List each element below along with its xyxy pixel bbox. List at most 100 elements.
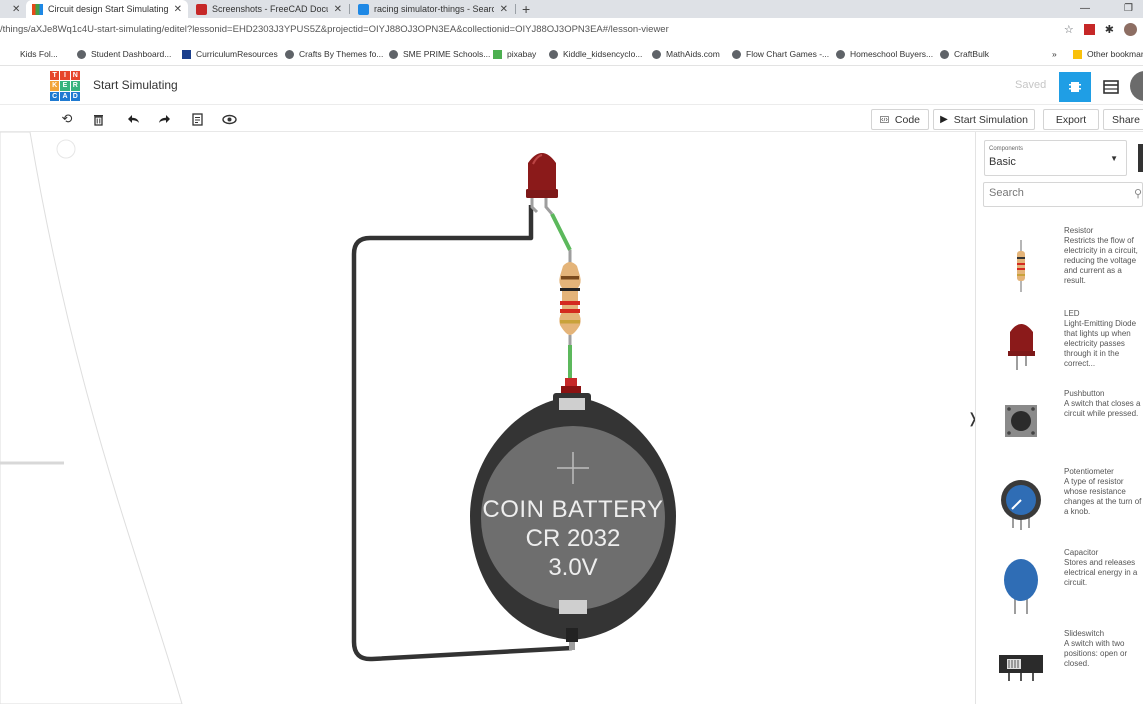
globe-icon [652, 49, 661, 59]
components-dropdown-label: Components [989, 146, 1024, 152]
bookmark-item[interactable]: CraftBulk [940, 49, 989, 59]
component-resistor[interactable]: Resistor Restricts the flow of electrici… [976, 226, 1143, 304]
component-pushbutton[interactable]: Pushbutton A switch that closes a circui… [976, 389, 1143, 467]
eye-visibility-icon[interactable] [220, 110, 238, 128]
export-button[interactable]: Export [1043, 109, 1099, 130]
start-simulation-button[interactable]: ▶ Start Simulation [933, 109, 1035, 130]
trash-icon[interactable] [89, 110, 107, 128]
bookmark-label: Other bookmarks [1087, 49, 1143, 59]
component-search-input[interactable]: Search ⚲ [983, 182, 1143, 207]
component-list-button[interactable] [1095, 72, 1127, 102]
bookmark-label: Kids Fol... [20, 49, 58, 59]
export-label: Export [1055, 113, 1087, 126]
code-label: Code [894, 113, 920, 126]
tab-tinkercad[interactable]: Circuit design Start Simulating | T ✕ [26, 0, 188, 18]
bookmark-label: Homeschool Buyers... [850, 49, 934, 59]
tab-previous[interactable]: ✕ [0, 0, 22, 18]
table-icon [1103, 80, 1119, 94]
redo-icon[interactable] [155, 110, 173, 128]
tab-title: Circuit design Start Simulating | T [48, 4, 168, 14]
logo-letter: R [70, 81, 80, 91]
component-name: Pushbutton [1064, 389, 1105, 398]
bookmark-item[interactable]: pixabay [493, 49, 536, 59]
globe-icon [549, 49, 558, 59]
bookmark-item[interactable]: Kiddle_kidsencyclo... [549, 49, 642, 59]
tab-title: Screenshots - FreeCAD Documen [212, 4, 328, 14]
puzzle-extension-icon[interactable]: ✱ [1105, 23, 1114, 36]
bookmark-label: Student Dashboard... [91, 49, 172, 59]
component-info: Slideswitch A switch with two positions:… [1064, 629, 1142, 669]
play-icon: ▶ [940, 114, 948, 125]
bookmark-item[interactable]: Kids Fol... [20, 49, 58, 59]
star-icon[interactable]: ☆ [1064, 23, 1074, 36]
tinkercad-logo[interactable]: T I N K E R C A D [50, 71, 80, 101]
component-potentiometer[interactable]: Potentiometer A type of resistor whose r… [976, 467, 1143, 547]
bookmark-label: Kiddle_kidsencyclo... [563, 49, 643, 59]
component-name: Capacitor [1064, 548, 1099, 557]
bookmark-label: CurriculumResources [196, 49, 278, 59]
logo-letter: I [60, 71, 70, 81]
undo-icon[interactable] [124, 110, 142, 128]
component-info: Potentiometer A type of resistor whose r… [1064, 467, 1142, 517]
component-info: LED Light-Emitting Diode that lights up … [1064, 309, 1142, 369]
close-icon[interactable]: ✕ [174, 4, 182, 15]
close-icon[interactable]: ✕ [334, 4, 342, 15]
code-button[interactable]: Code [871, 109, 929, 130]
bing-favicon-icon [358, 3, 369, 15]
close-icon[interactable]: ✕ [12, 4, 20, 15]
bookmark-item[interactable]: Crafts By Themes fo... [285, 49, 383, 59]
bookmark-item[interactable]: Flow Chart Games -... [732, 49, 829, 59]
bookmark-label: Flow Chart Games -... [746, 49, 830, 59]
tab-title: racing simulator-things - Search [374, 4, 494, 14]
restore-icon[interactable]: ❐ [1124, 0, 1133, 18]
component-description: A switch with two positions: open or clo… [1064, 639, 1128, 668]
caret-down-icon: ▼ [1110, 154, 1118, 163]
simulate-label: Start Simulation [953, 113, 1028, 126]
save-status: Saved [1015, 79, 1047, 91]
close-icon[interactable]: ✕ [500, 4, 508, 15]
globe-icon [836, 49, 845, 59]
editor-toolbar: ⟲ Code ▶ Start Simulation Export Share [0, 106, 1143, 132]
url-field[interactable]: /things/aXJe8Wq1c4U-start-simulating/edi… [0, 24, 669, 35]
tab-separator [515, 4, 516, 14]
share-button[interactable]: Share [1103, 109, 1143, 130]
resistor-thumb-icon [1017, 240, 1025, 292]
bookmarks-overflow[interactable]: » [1052, 49, 1057, 59]
tab-bing-search[interactable]: racing simulator-things - Search ✕ [352, 0, 514, 18]
battery-label-voltage: 3.0V [548, 554, 598, 581]
component-capacitor[interactable]: Capacitor Stores and releases electrical… [976, 548, 1143, 626]
circuit-view-button[interactable] [1059, 72, 1091, 102]
tab-freecad[interactable]: Screenshots - FreeCAD Documen ✕ [190, 0, 348, 18]
new-tab-button[interactable]: + [522, 0, 530, 18]
bookmark-item[interactable]: MathAids.com [652, 49, 720, 59]
tinkercad-favicon-icon [32, 3, 43, 15]
address-bar: /things/aXJe8Wq1c4U-start-simulating/edi… [0, 18, 1143, 44]
user-avatar[interactable] [1130, 71, 1143, 101]
rotate-icon[interactable]: ⟲ [58, 110, 76, 128]
components-dropdown[interactable]: Components Basic ▼ [984, 140, 1127, 176]
freecad-favicon-icon [196, 3, 207, 15]
capacitor-thumb-icon [1004, 559, 1038, 614]
minimize-icon[interactable]: — [1080, 0, 1090, 18]
component-slideswitch[interactable]: Slideswitch A switch with two positions:… [976, 629, 1143, 704]
lesson-viewer-panel[interactable] [0, 132, 190, 704]
notes-icon[interactable] [188, 110, 206, 128]
project-title[interactable]: Start Simulating [93, 78, 178, 92]
other-bookmarks[interactable]: Other bookmarks [1073, 49, 1143, 59]
bookmarks-bar: Kids Fol... Student Dashboard... Curricu… [0, 44, 1143, 66]
component-led[interactable]: LED Light-Emitting Diode that lights up … [976, 309, 1143, 387]
search-placeholder: Search [989, 187, 1024, 199]
bookmark-item[interactable]: Homeschool Buyers... [836, 49, 933, 59]
pdf-extension-icon[interactable] [1083, 24, 1095, 35]
components-dropdown-value: Basic [989, 156, 1016, 168]
component-name: Potentiometer [1064, 467, 1114, 476]
screen: ✕ Circuit design Start Simulating | T ✕ … [0, 0, 1143, 704]
list-view-icon[interactable] [1138, 144, 1143, 172]
profile-icon[interactable] [1124, 23, 1137, 36]
folder-icon [1073, 49, 1082, 59]
components-panel: Components Basic ▼ Search ⚲ Resistor Res… [975, 132, 1143, 704]
bookmark-item[interactable]: SME PRIME Schools... [389, 49, 490, 59]
bookmark-item[interactable]: CurriculumResources [182, 49, 278, 59]
bookmark-item[interactable]: Student Dashboard... [77, 49, 171, 59]
tab-separator [349, 4, 350, 14]
